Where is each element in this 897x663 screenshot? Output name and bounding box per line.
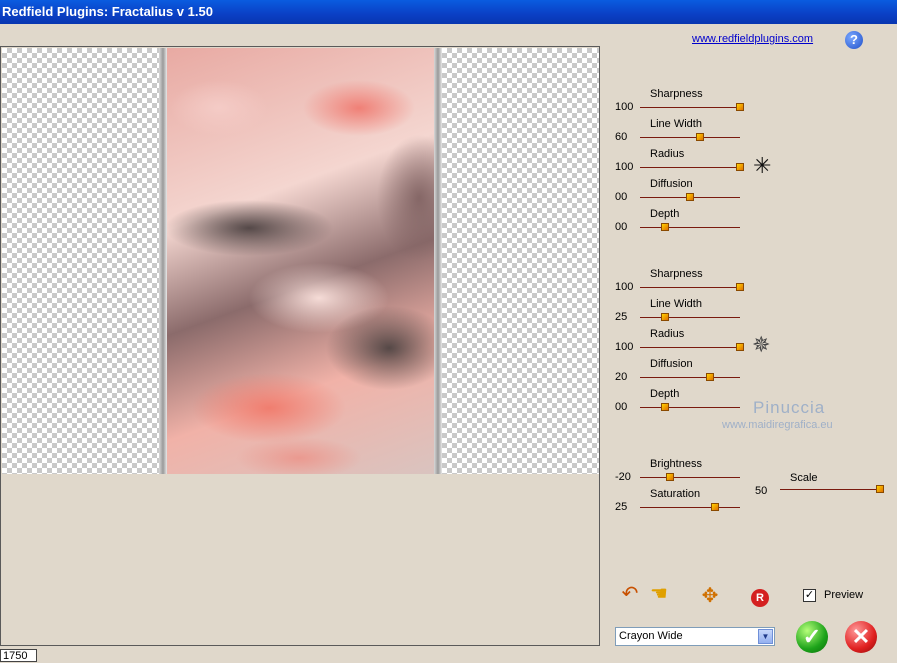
slider-label: Line Width <box>650 298 702 310</box>
slider-saturation[interactable]: Saturation 25 <box>615 488 745 518</box>
close-icon: ✕ <box>851 624 871 649</box>
slider-label: Diffusion <box>650 358 693 370</box>
slider-label: Sharpness <box>650 88 703 100</box>
slider-label: Saturation <box>650 488 701 500</box>
slider-line-width[interactable]: Line Width 60 <box>615 118 745 148</box>
slider-label: Line Width <box>650 118 702 130</box>
scale-thumb[interactable] <box>876 485 884 493</box>
slider-sharpness[interactable]: Sharpness 100 <box>615 88 745 118</box>
slider-value: 100 <box>615 281 634 293</box>
slider-sharpness[interactable]: Sharpness 100 <box>615 268 745 298</box>
help-icon[interactable]: ? <box>845 31 863 49</box>
slider-track[interactable] <box>640 347 740 348</box>
cancel-button[interactable]: ✕ <box>845 621 877 653</box>
slider-value: 00 <box>615 191 628 203</box>
scale-label: Scale <box>790 472 818 484</box>
scale-slider[interactable]: Scale 50 <box>755 470 885 500</box>
slider-track[interactable] <box>640 317 740 318</box>
slider-value: 25 <box>615 501 628 513</box>
slider-depth[interactable]: Depth 00 <box>615 388 745 418</box>
slider-label: Depth <box>650 388 680 400</box>
slider-track[interactable] <box>640 377 740 378</box>
slider-thumb[interactable] <box>666 473 674 481</box>
slider-label: Radius <box>650 328 685 340</box>
move-icon[interactable]: ✥ <box>697 584 723 608</box>
sparkle-icon[interactable]: ✵ <box>752 334 770 356</box>
slider-value: 100 <box>615 341 634 353</box>
slider-thumb[interactable] <box>736 103 744 111</box>
preview-label: Preview <box>824 589 864 601</box>
slider-diffusion[interactable]: Diffusion 00 <box>615 178 745 208</box>
slider-track[interactable] <box>640 227 740 228</box>
slider-thumb[interactable] <box>661 223 669 231</box>
slider-track[interactable] <box>640 407 740 408</box>
hand-icon[interactable]: ☚ <box>645 582 673 606</box>
undo-icon[interactable]: ↶ <box>617 582 643 606</box>
slider-label: Diffusion <box>650 178 693 190</box>
asterisk-icon[interactable]: ✳ <box>753 155 771 177</box>
chevron-down-icon[interactable]: ▼ <box>758 629 773 644</box>
preset-select[interactable]: Crayon Wide ▼ <box>615 627 775 646</box>
preview-checkbox[interactable]: ✓ <box>803 589 816 602</box>
slider-line-width[interactable]: Line Width 25 <box>615 298 745 328</box>
slider-value: 60 <box>615 131 628 143</box>
slider-track[interactable] <box>640 477 740 478</box>
slider-radius[interactable]: Radius 100 <box>615 328 745 358</box>
slider-label: Sharpness <box>650 268 703 280</box>
preview-image[interactable] <box>159 48 442 474</box>
window-title: Redfield Plugins: Fractalius v 1.50 <box>0 0 897 24</box>
slider-value: 100 <box>615 161 634 173</box>
slider-track[interactable] <box>640 287 740 288</box>
slider-thumb[interactable] <box>661 313 669 321</box>
watermark-url: www.maidiregrafica.eu <box>722 419 833 431</box>
slider-label: Radius <box>650 148 685 160</box>
slider-thumb[interactable] <box>696 133 704 141</box>
slider-radius[interactable]: Radius 100 <box>615 148 745 178</box>
preview-area[interactable] <box>0 46 600 646</box>
slider-track[interactable] <box>640 107 740 108</box>
slider-brightness[interactable]: Brightness -20 <box>615 458 745 488</box>
slider-track[interactable] <box>640 507 740 508</box>
slider-thumb[interactable] <box>736 283 744 291</box>
slider-value: 00 <box>615 221 628 233</box>
slider-value: 20 <box>615 371 628 383</box>
scale-track[interactable] <box>780 489 880 490</box>
scale-value: 50 <box>755 485 768 497</box>
slider-diffusion[interactable]: Diffusion 20 <box>615 358 745 388</box>
slider-value: 00 <box>615 401 628 413</box>
random-icon[interactable]: R <box>748 584 772 608</box>
zoom-value[interactable]: 1750 <box>0 649 37 662</box>
ok-button[interactable]: ✓ <box>796 621 828 653</box>
slider-thumb[interactable] <box>686 193 694 201</box>
slider-label: Brightness <box>650 458 702 470</box>
slider-thumb[interactable] <box>706 373 714 381</box>
slider-thumb[interactable] <box>711 503 719 511</box>
slider-track[interactable] <box>640 167 740 168</box>
slider-label: Depth <box>650 208 680 220</box>
slider-value: 25 <box>615 311 628 323</box>
preset-value: Crayon Wide <box>619 630 683 642</box>
slider-value: -20 <box>615 471 631 483</box>
slider-value: 100 <box>615 101 634 113</box>
watermark-name: Pinuccia <box>753 398 826 417</box>
slider-thumb[interactable] <box>736 343 744 351</box>
slider-thumb[interactable] <box>736 163 744 171</box>
slider-thumb[interactable] <box>661 403 669 411</box>
check-icon: ✓ <box>802 624 822 649</box>
website-link[interactable]: www.redfieldplugins.com <box>692 33 813 45</box>
slider-depth[interactable]: Depth 00 <box>615 208 745 238</box>
slider-track[interactable] <box>640 137 740 138</box>
